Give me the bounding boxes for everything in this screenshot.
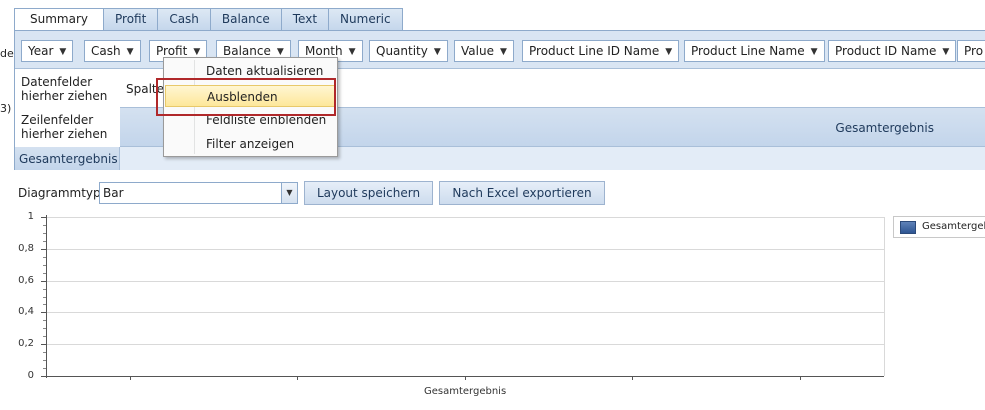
x-tick-label-0: Gesamtergebnis <box>424 386 507 397</box>
legend-swatch <box>900 221 916 234</box>
chart-legend: Gesamtergebnis <box>893 216 985 238</box>
chart-plot <box>41 215 885 380</box>
chart-axes <box>41 215 884 380</box>
chart-gridlines <box>46 217 885 377</box>
legend-entry: Gesamtergebnis <box>922 221 985 232</box>
